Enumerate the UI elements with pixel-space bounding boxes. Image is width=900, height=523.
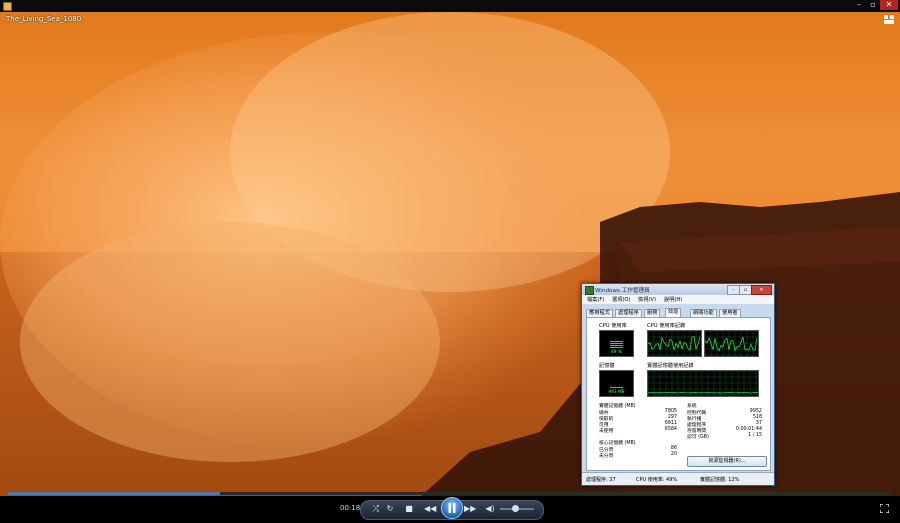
status-cpu: CPU 使用率: 49% (636, 477, 678, 483)
shuffle-icon[interactable]: ⤮ (370, 503, 382, 515)
system-threads-value: 518 (752, 415, 762, 420)
tab-bar: 應用程式 處理程序 服務 效能 網路功能 使用者 (586, 308, 770, 317)
menu-view[interactable]: 檢視(V) (638, 296, 656, 303)
player-controls: 00:18 ⤮ ↻ ■ ◀◀ ▶▶ ◀) (0, 492, 900, 523)
status-memory: 實體記憶體: 12% (700, 477, 740, 483)
physical-memory-header: 實體記憶體 (MB) (599, 404, 636, 409)
title-bar: – ▫ ✕ (0, 0, 900, 12)
cpu-history-label: CPU 使用率記錄 (647, 323, 686, 329)
cpu-usage-label: CPU 使用率 (599, 323, 627, 329)
system-commit-label: 認可 (GB) (687, 435, 709, 440)
menu-options[interactable]: 選項(O) (612, 296, 631, 303)
system-uptime-value: 0:00:01:44 (735, 427, 762, 432)
system-header: 系統 (687, 404, 697, 409)
menu-help[interactable]: 說明(H) (664, 296, 682, 303)
app-icon (3, 2, 12, 11)
performance-panel: CPU 使用率 49 % CPU 使用率記錄 記憶體 993 MB 實體記憶體使… (586, 317, 771, 471)
cpu-gauge: 49 % (599, 330, 634, 357)
kernel-paged-value: 86 (670, 446, 677, 451)
physical-cached-value: 297 (667, 415, 677, 420)
memory-gauge-bar (610, 387, 623, 389)
memory-history-graph (647, 370, 759, 397)
memory-label: 記憶體 (599, 363, 615, 369)
task-manager-title: Windows 工作管理員 (595, 288, 650, 294)
close-button[interactable]: ✕ (880, 0, 898, 10)
repeat-icon[interactable]: ↻ (384, 503, 396, 515)
video-title: The_Living_Sea_1080 (6, 15, 82, 23)
play-pause-button[interactable] (441, 497, 463, 519)
status-bar: 處理程序: 37 CPU 使用率: 49% 實體記憶體: 12% (582, 472, 774, 485)
cpu-history-graph-core2 (704, 330, 759, 357)
cpu-percent: 49 % (611, 350, 622, 355)
cpu-history-graph-core1 (647, 330, 702, 357)
tm-close-button[interactable]: ✕ (751, 285, 772, 295)
seek-progress (8, 492, 221, 495)
next-icon[interactable]: ▶▶ (464, 503, 476, 515)
cpu-gauge-bar (610, 341, 623, 349)
status-processes: 處理程序: 37 (586, 477, 616, 483)
physical-free-label: 未使用 (599, 429, 614, 434)
task-manager-window[interactable]: Windows 工作管理員 – ▫ ✕ 檔案(F) 選項(O) 檢視(V) 說明… (581, 283, 775, 486)
menu-file[interactable]: 檔案(F) (587, 296, 604, 303)
tab-processes[interactable]: 處理程序 (615, 309, 642, 317)
pause-icon (448, 503, 456, 513)
physical-free-value: 6584 (664, 427, 677, 432)
seek-bar[interactable] (8, 492, 892, 495)
menu-bar: 檔案(F) 選項(O) 檢視(V) 說明(H) (582, 295, 774, 304)
minimize-button[interactable]: – (852, 0, 866, 10)
fullscreen-icon[interactable] (880, 504, 889, 513)
stop-icon[interactable]: ■ (403, 503, 415, 515)
view-layout-icon[interactable] (884, 15, 894, 24)
physical-total-value: 7805 (664, 409, 677, 414)
previous-icon[interactable]: ◀◀ (424, 503, 436, 515)
resource-monitor-button[interactable]: 資源監視器(R)... (687, 456, 767, 467)
memory-value: 993 MB (608, 390, 625, 395)
kernel-nonpaged-label: 未分頁 (599, 454, 614, 459)
timecode: 00:18 (340, 504, 361, 512)
task-manager-titlebar[interactable]: Windows 工作管理員 – ▫ ✕ (582, 284, 774, 295)
tab-applications[interactable]: 應用程式 (586, 309, 613, 317)
system-handles-value: 9952 (749, 409, 762, 414)
memory-gauge: 993 MB (599, 370, 634, 397)
maximize-button[interactable]: ▫ (866, 0, 880, 10)
tab-performance[interactable]: 效能 (665, 308, 682, 317)
system-processes-value: 37 (755, 421, 762, 426)
tab-users[interactable]: 使用者 (719, 309, 741, 317)
system-commit-value: 1 / 15 (748, 433, 762, 438)
physical-available-value: 6811 (664, 421, 677, 426)
tab-networking[interactable]: 網路功能 (690, 309, 717, 317)
task-manager-icon (585, 286, 594, 295)
tab-services[interactable]: 服務 (644, 309, 661, 317)
volume-icon[interactable]: ◀) (484, 503, 496, 515)
kernel-memory-header: 核心記憶體 (MB) (599, 441, 636, 446)
memory-history-label: 實體記憶體使用記錄 (647, 363, 694, 369)
kernel-nonpaged-value: 20 (670, 452, 677, 457)
